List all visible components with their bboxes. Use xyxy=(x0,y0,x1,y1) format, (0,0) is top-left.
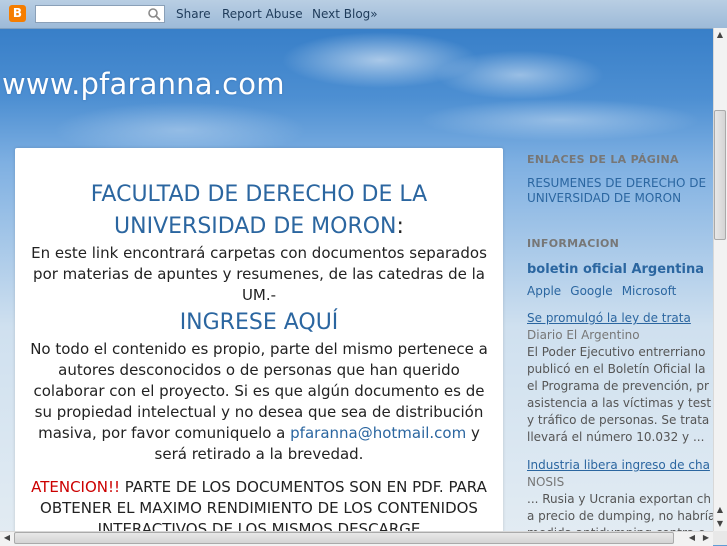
news-snippet-line: llevará el número 10.032 y ... xyxy=(527,430,705,444)
tab-microsoft[interactable]: Microsoft xyxy=(622,284,677,298)
post-heading: FACULTAD DE DERECHO DE LA UNIVERSIDAD DE… xyxy=(15,179,503,243)
email-link[interactable]: pfaranna@hotmail.com xyxy=(290,424,466,442)
informacion-heading: INFORMACION xyxy=(527,237,620,250)
news-source: NOSIS xyxy=(527,475,565,489)
atencion-label: ATENCION!! xyxy=(31,478,121,496)
search-icon[interactable] xyxy=(147,7,161,21)
news-snippet-line: ... Rusia y Ucrania exportan ch xyxy=(527,492,711,506)
vertical-scrollbar[interactable] xyxy=(713,28,727,531)
blogger-navbar: B Share Report Abuse Next Blog» xyxy=(0,0,727,29)
enlace-resumenes[interactable]: RESUMENES DE DERECHO DE UNIVERSIDAD DE M… xyxy=(527,176,713,206)
news-tabs: Apple Google Microsoft xyxy=(527,280,713,299)
scroll-up-arrow-icon[interactable]: ▲ xyxy=(713,503,727,517)
news-item: Se promulgó la ley de trata Diario El Ar… xyxy=(527,310,713,446)
boletin-link[interactable]: boletin oficial Argentina xyxy=(527,262,704,277)
scroll-left-arrow-icon[interactable]: ◀ xyxy=(685,531,699,545)
tab-apple[interactable]: Apple xyxy=(527,284,561,298)
blog-title[interactable]: www.pfaranna.com xyxy=(2,67,285,101)
post-notice: No todo el contenido es propio, parte de… xyxy=(15,339,503,465)
news-snippet-line: publicó en el Boletín Oficial la xyxy=(527,362,706,376)
report-abuse-link[interactable]: Report Abuse xyxy=(222,7,303,21)
ingrese-aqui-link[interactable]: INGRESE AQUÍ xyxy=(15,307,503,339)
scroll-right-arrow-icon[interactable]: ▶ xyxy=(699,531,713,545)
navbar-search-box xyxy=(35,5,165,26)
navbar-search-input[interactable] xyxy=(36,9,150,26)
sidebar: ENLACES DE LA PÁGINA RESUMENES DE DERECH… xyxy=(527,150,713,540)
share-link[interactable]: Share xyxy=(176,7,211,21)
news-snippet-line: asistencia a las víctimas y test xyxy=(527,396,712,410)
enlace-line-2[interactable]: UNIVERSIDAD DE MORON xyxy=(527,191,713,206)
news-title[interactable]: Industria libera ingreso de cha xyxy=(527,457,713,474)
post-body: FACULTAD DE DERECHO DE LA UNIVERSIDAD DE… xyxy=(15,148,503,540)
news-snippet-line: el Programa de prevención, pr xyxy=(527,379,709,393)
news-title[interactable]: Se promulgó la ley de trata xyxy=(527,310,713,327)
enlace-line-1[interactable]: RESUMENES DE DERECHO DE xyxy=(527,176,713,191)
news-snippet-line: y tráfico de personas. Se trata xyxy=(527,413,710,427)
post-intro: En este link encontrará carpetas con doc… xyxy=(31,244,487,304)
boletin-row: boletin oficial Argentina le xyxy=(527,258,713,277)
blogger-logo-icon[interactable]: B xyxy=(9,5,26,22)
horizontal-scroll-thumb[interactable] xyxy=(14,532,674,544)
post-heading-text: FACULTAD DE DERECHO DE LA UNIVERSIDAD DE… xyxy=(90,182,428,239)
news-item: Industria libera ingreso de cha NOSIS ..… xyxy=(527,457,713,540)
news-source: Diario El Argentino xyxy=(527,328,640,342)
scroll-down-arrow-icon[interactable]: ▼ xyxy=(713,517,727,531)
scroll-up-arrow-icon[interactable]: ▲ xyxy=(713,28,727,42)
news-snippet-line: El Poder Ejecutivo entrerriano xyxy=(527,345,706,359)
news-snippet-line: a precio de dumping, no habría xyxy=(527,509,713,523)
enlaces-heading: ENLACES DE LA PÁGINA xyxy=(527,153,679,166)
post-heading-colon: : xyxy=(396,214,404,239)
next-blog-link[interactable]: Next Blog» xyxy=(312,7,378,21)
scrollbar-corner xyxy=(713,531,727,545)
vertical-scroll-thumb[interactable] xyxy=(714,110,726,240)
tab-google[interactable]: Google xyxy=(570,284,612,298)
scroll-left-arrow-icon[interactable]: ◀ xyxy=(0,531,14,545)
